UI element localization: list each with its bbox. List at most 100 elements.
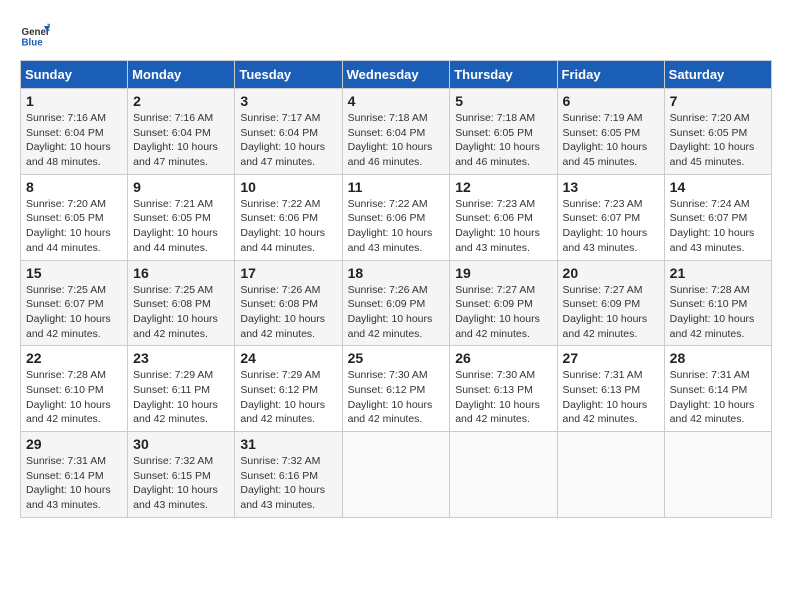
calendar-cell: 4Sunrise: 7:18 AMSunset: 6:04 PMDaylight…	[342, 89, 450, 175]
day-number: 9	[133, 179, 229, 195]
day-number: 21	[670, 265, 766, 281]
day-number: 30	[133, 436, 229, 452]
weekday-header-row: SundayMondayTuesdayWednesdayThursdayFrid…	[21, 61, 772, 89]
svg-text:Blue: Blue	[22, 38, 44, 49]
day-info: Sunrise: 7:31 AMSunset: 6:14 PMDaylight:…	[26, 454, 122, 513]
day-number: 20	[563, 265, 659, 281]
day-number: 10	[240, 179, 336, 195]
day-info: Sunrise: 7:25 AMSunset: 6:07 PMDaylight:…	[26, 283, 122, 342]
calendar-week-row: 22 Sunrise: 7:28 AMSunset: 6:10 PMDayligh…	[21, 346, 772, 432]
calendar-cell: 24Sunrise: 7:29 AMSunset: 6:12 PMDayligh…	[235, 346, 342, 432]
day-info: Sunrise: 7:16 AMSunset: 6:04 PMDaylight:…	[26, 111, 122, 170]
calendar-cell: 11 Sunrise: 7:22 AMSunset: 6:06 PMDayligh…	[342, 174, 450, 260]
day-info: Sunrise: 7:18 AMSunset: 6:05 PMDaylight:…	[455, 111, 551, 170]
calendar-cell: 7 Sunrise: 7:20 AMSunset: 6:05 PMDaylight…	[664, 89, 771, 175]
day-info: Sunrise: 7:30 AMSunset: 6:13 PMDaylight:…	[455, 368, 551, 427]
calendar-week-row: 8 Sunrise: 7:20 AMSunset: 6:05 PMDaylight…	[21, 174, 772, 260]
day-info: Sunrise: 7:20 AMSunset: 6:05 PMDaylight:…	[26, 197, 122, 256]
day-number: 29	[26, 436, 122, 452]
calendar-cell: 1 Sunrise: 7:16 AMSunset: 6:04 PMDaylight…	[21, 89, 128, 175]
day-number: 17	[240, 265, 336, 281]
day-number: 3	[240, 93, 336, 109]
calendar-cell: 2Sunrise: 7:16 AMSunset: 6:04 PMDaylight…	[128, 89, 235, 175]
day-info: Sunrise: 7:27 AMSunset: 6:09 PMDaylight:…	[563, 283, 659, 342]
calendar-cell: 18Sunrise: 7:26 AMSunset: 6:09 PMDayligh…	[342, 260, 450, 346]
calendar-cell: 12 Sunrise: 7:23 AMSunset: 6:06 PMDayligh…	[450, 174, 557, 260]
day-number: 19	[455, 265, 551, 281]
day-number: 26	[455, 350, 551, 366]
day-info: Sunrise: 7:22 AMSunset: 6:06 PMDaylight:…	[348, 197, 445, 256]
day-info: Sunrise: 7:28 AMSunset: 6:10 PMDaylight:…	[670, 283, 766, 342]
calendar-cell: 3 Sunrise: 7:17 AMSunset: 6:04 PMDaylight…	[235, 89, 342, 175]
calendar-week-row: 29 Sunrise: 7:31 AMSunset: 6:14 PMDayligh…	[21, 432, 772, 518]
day-number: 5	[455, 93, 551, 109]
weekday-header-tuesday: Tuesday	[235, 61, 342, 89]
logo: General Blue	[20, 20, 50, 50]
day-number: 12	[455, 179, 551, 195]
calendar-cell: 31 Sunrise: 7:32 AMSunset: 6:16 PMDayligh…	[235, 432, 342, 518]
calendar-cell: 13 Sunrise: 7:23 AMSunset: 6:07 PMDayligh…	[557, 174, 664, 260]
calendar-cell	[557, 432, 664, 518]
calendar-table: SundayMondayTuesdayWednesdayThursdayFrid…	[20, 60, 772, 518]
calendar-cell: 14Sunrise: 7:24 AMSunset: 6:07 PMDayligh…	[664, 174, 771, 260]
day-info: Sunrise: 7:29 AMSunset: 6:11 PMDaylight:…	[133, 368, 229, 427]
day-info: Sunrise: 7:21 AMSunset: 6:05 PMDaylight:…	[133, 197, 229, 256]
day-info: Sunrise: 7:17 AMSunset: 6:04 PMDaylight:…	[240, 111, 336, 170]
day-info: Sunrise: 7:20 AMSunset: 6:05 PMDaylight:…	[670, 111, 766, 170]
calendar-cell: 19 Sunrise: 7:27 AMSunset: 6:09 PMDayligh…	[450, 260, 557, 346]
day-info: Sunrise: 7:26 AMSunset: 6:09 PMDaylight:…	[348, 283, 445, 342]
day-number: 16	[133, 265, 229, 281]
weekday-header-thursday: Thursday	[450, 61, 557, 89]
day-number: 31	[240, 436, 336, 452]
calendar-cell: 26 Sunrise: 7:30 AMSunset: 6:13 PMDayligh…	[450, 346, 557, 432]
day-info: Sunrise: 7:28 AMSunset: 6:10 PMDaylight:…	[26, 368, 122, 427]
weekday-header-monday: Monday	[128, 61, 235, 89]
day-info: Sunrise: 7:30 AMSunset: 6:12 PMDaylight:…	[348, 368, 445, 427]
day-number: 1	[26, 93, 122, 109]
day-number: 11	[348, 179, 445, 195]
day-number: 7	[670, 93, 766, 109]
day-number: 24	[240, 350, 336, 366]
day-info: Sunrise: 7:24 AMSunset: 6:07 PMDaylight:…	[670, 197, 766, 256]
logo-icon: General Blue	[20, 20, 50, 50]
calendar-cell: 16 Sunrise: 7:25 AMSunset: 6:08 PMDayligh…	[128, 260, 235, 346]
day-info: Sunrise: 7:23 AMSunset: 6:06 PMDaylight:…	[455, 197, 551, 256]
calendar-cell	[450, 432, 557, 518]
weekday-header-saturday: Saturday	[664, 61, 771, 89]
calendar-cell: 30Sunrise: 7:32 AMSunset: 6:15 PMDayligh…	[128, 432, 235, 518]
weekday-header-sunday: Sunday	[21, 61, 128, 89]
day-info: Sunrise: 7:31 AMSunset: 6:13 PMDaylight:…	[563, 368, 659, 427]
day-number: 28	[670, 350, 766, 366]
day-number: 13	[563, 179, 659, 195]
day-number: 27	[563, 350, 659, 366]
day-info: Sunrise: 7:22 AMSunset: 6:06 PMDaylight:…	[240, 197, 336, 256]
day-info: Sunrise: 7:31 AMSunset: 6:14 PMDaylight:…	[670, 368, 766, 427]
calendar-cell: 5 Sunrise: 7:18 AMSunset: 6:05 PMDaylight…	[450, 89, 557, 175]
weekday-header-friday: Friday	[557, 61, 664, 89]
calendar-cell: 15 Sunrise: 7:25 AMSunset: 6:07 PMDayligh…	[21, 260, 128, 346]
calendar-cell: 9 Sunrise: 7:21 AMSunset: 6:05 PMDaylight…	[128, 174, 235, 260]
calendar-cell: 27 Sunrise: 7:31 AMSunset: 6:13 PMDayligh…	[557, 346, 664, 432]
day-number: 22	[26, 350, 122, 366]
day-info: Sunrise: 7:27 AMSunset: 6:09 PMDaylight:…	[455, 283, 551, 342]
calendar-cell	[342, 432, 450, 518]
day-info: Sunrise: 7:25 AMSunset: 6:08 PMDaylight:…	[133, 283, 229, 342]
day-number: 8	[26, 179, 122, 195]
calendar-cell: 6 Sunrise: 7:19 AMSunset: 6:05 PMDaylight…	[557, 89, 664, 175]
calendar-week-row: 15 Sunrise: 7:25 AMSunset: 6:07 PMDayligh…	[21, 260, 772, 346]
day-number: 15	[26, 265, 122, 281]
calendar-cell: 21 Sunrise: 7:28 AMSunset: 6:10 PMDayligh…	[664, 260, 771, 346]
day-number: 2	[133, 93, 229, 109]
day-info: Sunrise: 7:23 AMSunset: 6:07 PMDaylight:…	[563, 197, 659, 256]
calendar-cell: 23 Sunrise: 7:29 AMSunset: 6:11 PMDayligh…	[128, 346, 235, 432]
day-info: Sunrise: 7:18 AMSunset: 6:04 PMDaylight:…	[348, 111, 445, 170]
day-info: Sunrise: 7:26 AMSunset: 6:08 PMDaylight:…	[240, 283, 336, 342]
calendar-cell: 25Sunrise: 7:30 AMSunset: 6:12 PMDayligh…	[342, 346, 450, 432]
calendar-cell: 29 Sunrise: 7:31 AMSunset: 6:14 PMDayligh…	[21, 432, 128, 518]
weekday-header-wednesday: Wednesday	[342, 61, 450, 89]
day-info: Sunrise: 7:19 AMSunset: 6:05 PMDaylight:…	[563, 111, 659, 170]
day-number: 23	[133, 350, 229, 366]
calendar-cell	[664, 432, 771, 518]
day-number: 6	[563, 93, 659, 109]
day-info: Sunrise: 7:32 AMSunset: 6:16 PMDaylight:…	[240, 454, 336, 513]
